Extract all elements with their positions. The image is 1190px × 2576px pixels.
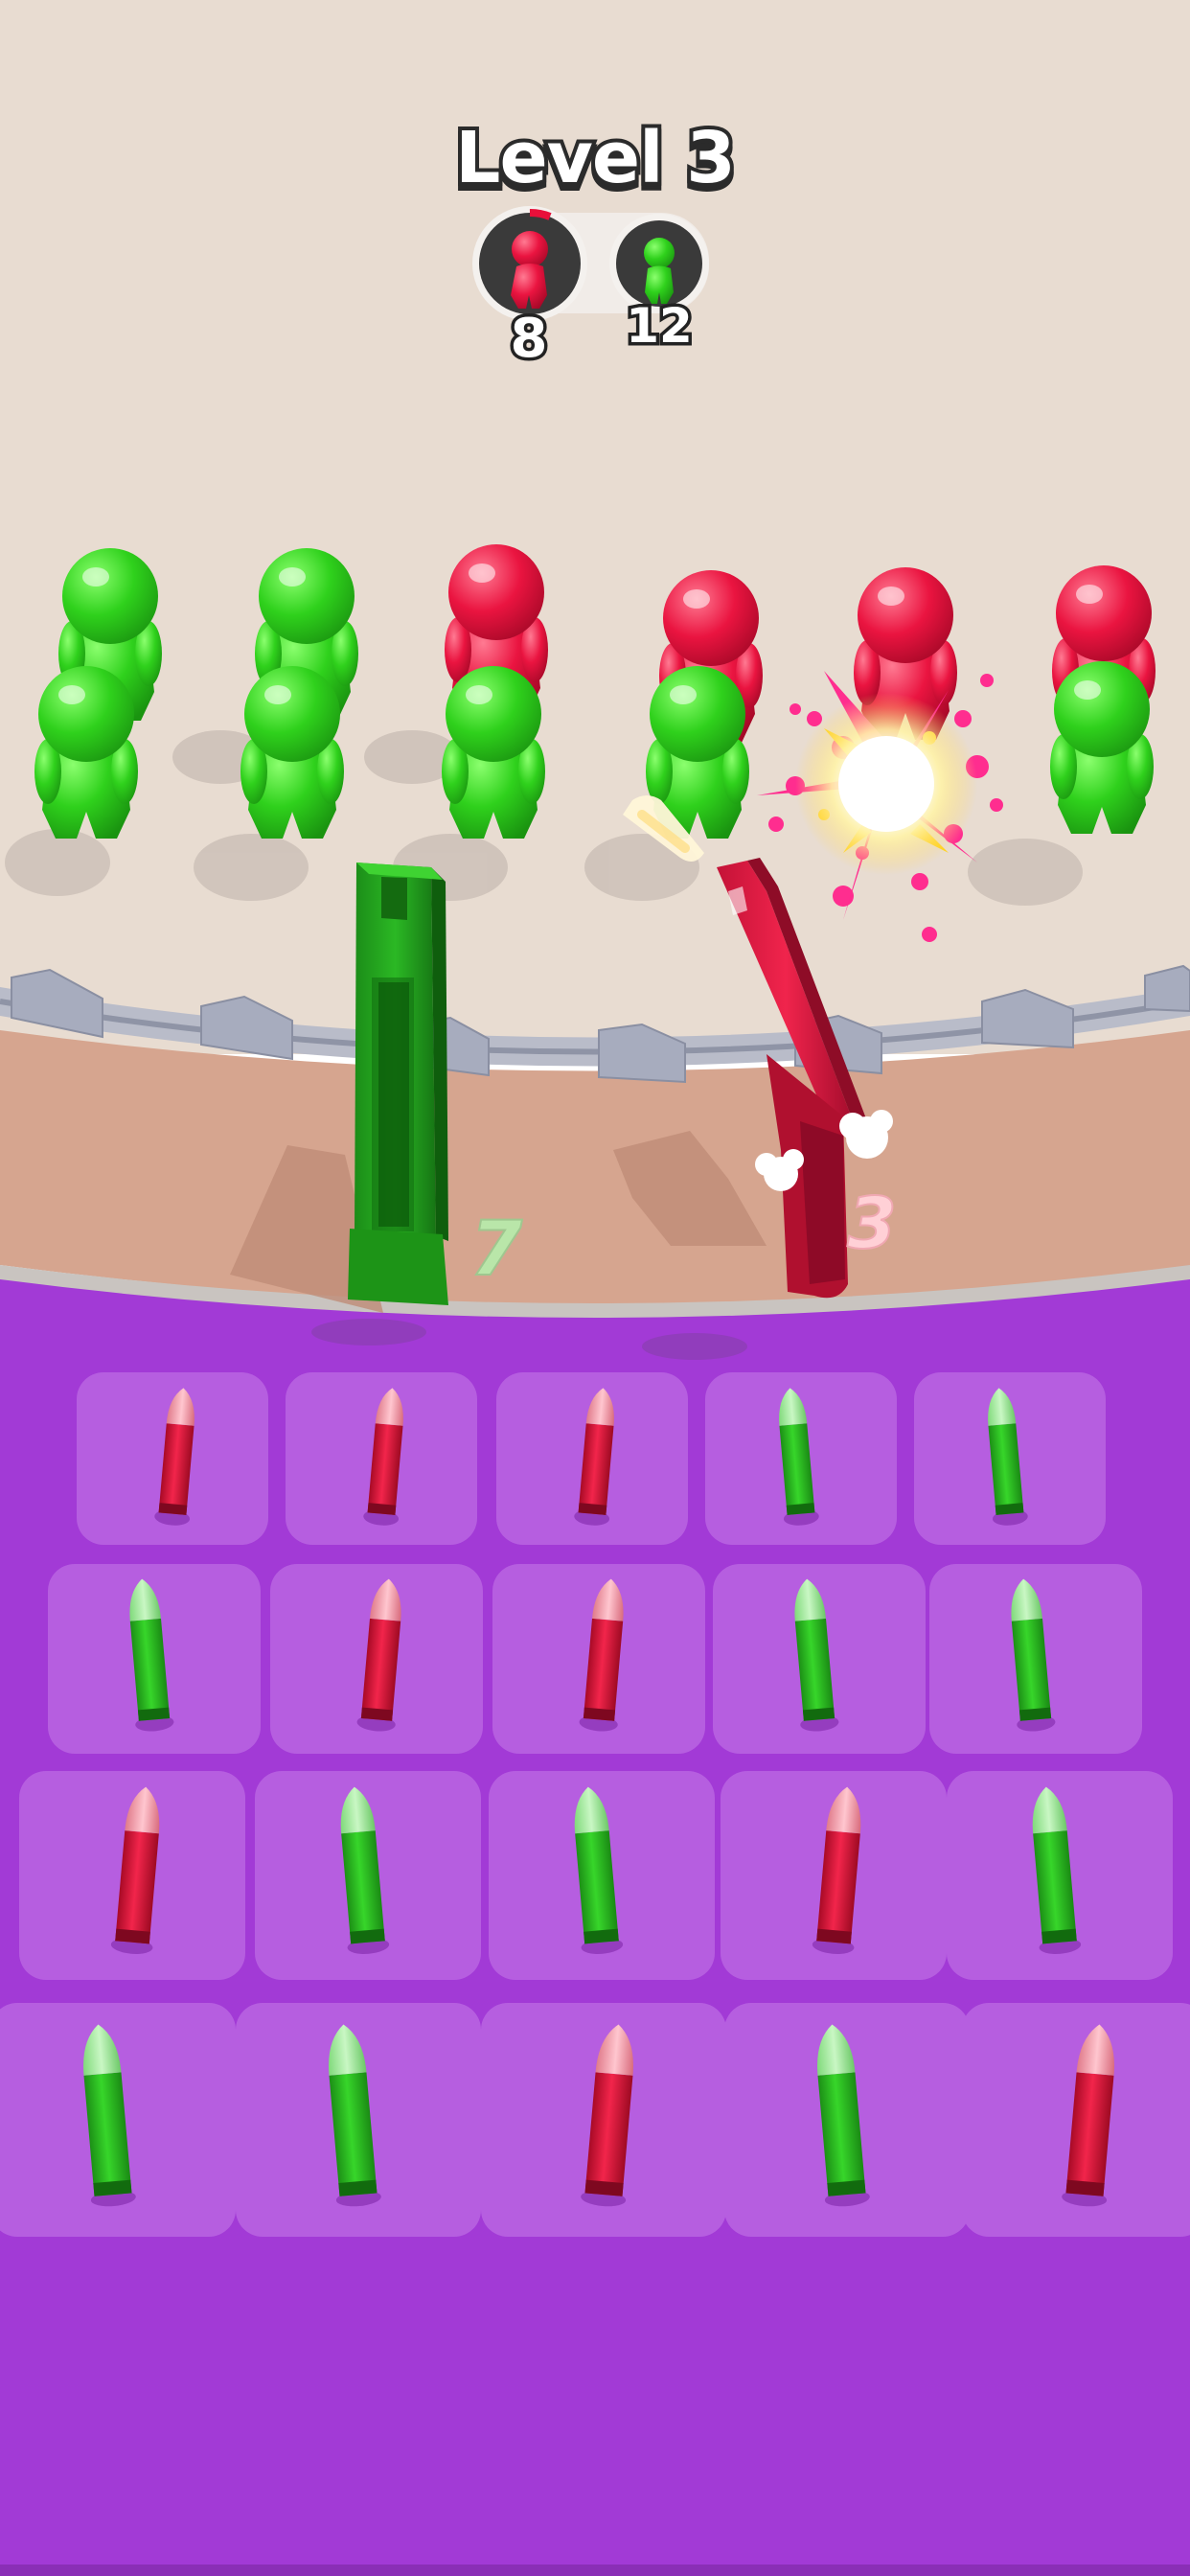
ammo-slot[interactable] [236,2003,481,2237]
red-stickman-icon [511,231,548,309]
ammo-slot[interactable] [713,1564,926,1754]
red-team-badge [472,206,587,321]
pistol-ammo-count: 3 [847,1183,897,1265]
ammo-slot[interactable] [77,1372,268,1545]
level-label: Level 3 [455,117,734,199]
arena-track [0,1030,1190,1309]
ammo-slot[interactable] [0,2003,236,2237]
ammo-slot[interactable] [721,1771,947,1980]
ammo-slot[interactable] [489,1771,715,1980]
ammo-slot[interactable] [705,1372,897,1545]
green-magazine-icon[interactable] [348,862,448,1305]
ammo-slot[interactable] [286,1372,477,1545]
ammo-slot[interactable] [947,1771,1173,1980]
ammo-slot[interactable] [724,2003,970,2237]
green-team-count: 12 [626,298,693,354]
ammo-slot[interactable] [48,1564,261,1754]
ammo-slot[interactable] [496,1372,688,1545]
bullet-grid [0,1372,1190,2237]
ammo-slot[interactable] [270,1564,483,1754]
ammo-slot[interactable] [929,1564,1142,1754]
game-scene: Level 3 8 12 7 3 [0,0,1190,2576]
ammo-slot[interactable] [481,2003,726,2237]
ammo-slot[interactable] [255,1771,481,1980]
ammo-slot[interactable] [19,1771,245,1980]
ammo-slot[interactable] [492,1564,705,1754]
red-team-count: 8 [511,308,548,370]
ammo-slot[interactable] [962,2003,1190,2237]
ammo-slot[interactable] [914,1372,1106,1545]
magazine-ammo-count: 7 [470,1207,523,1293]
